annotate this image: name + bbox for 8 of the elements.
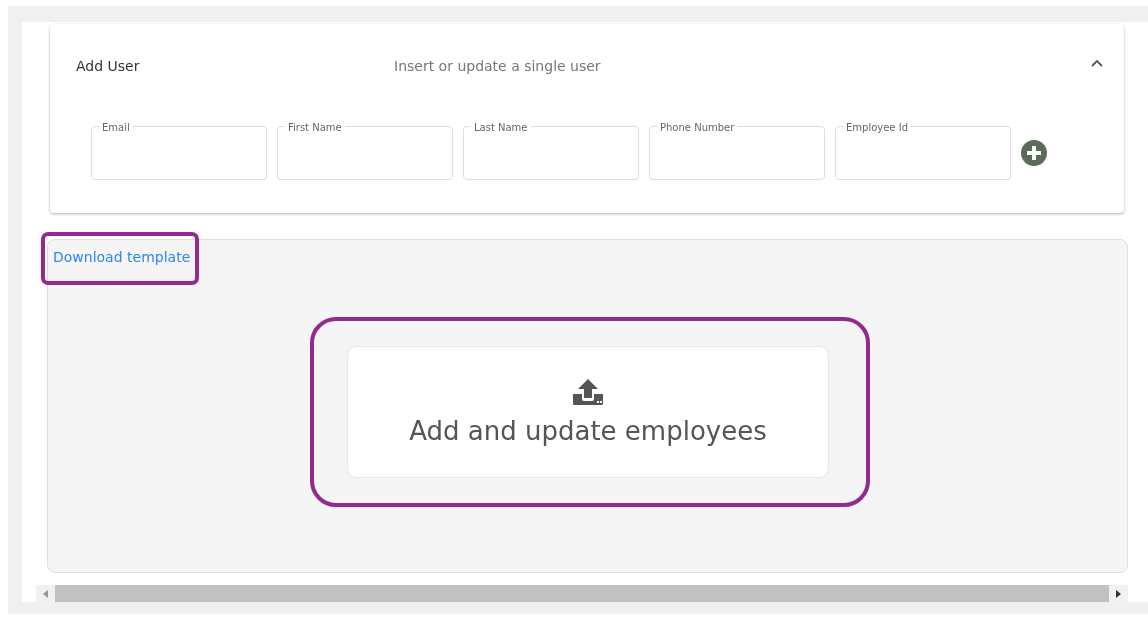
upload-button[interactable]: Add and update employees [347,345,829,478]
panel-subtitle: Insert or update a single user [394,58,602,74]
scroll-right-icon[interactable] [1116,589,1121,598]
upload-icon [572,377,604,406]
download-link[interactable]: Download template [53,247,191,266]
add-icon[interactable] [1021,140,1047,166]
panel-title: Add User [76,58,141,74]
collapse-chevron-icon[interactable] [1090,57,1104,69]
